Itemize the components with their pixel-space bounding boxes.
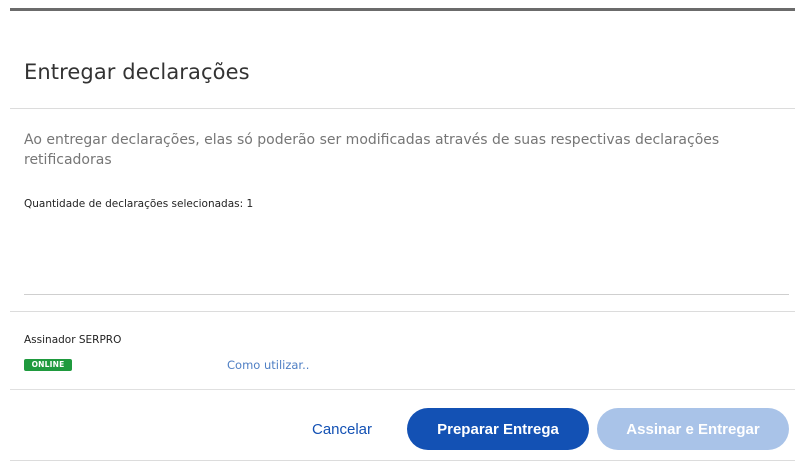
online-status-badge: ONLINE bbox=[24, 359, 72, 371]
signer-section-divider bbox=[10, 311, 795, 312]
title-divider bbox=[10, 108, 795, 109]
cancel-button[interactable]: Cancelar bbox=[296, 408, 388, 450]
sign-and-deliver-button[interactable]: Assinar e Entregar bbox=[597, 408, 789, 450]
prepare-delivery-button[interactable]: Preparar Entrega bbox=[407, 408, 589, 450]
footer-divider bbox=[10, 389, 795, 390]
how-to-use-link[interactable]: Como utilizar.. bbox=[227, 358, 309, 372]
content-divider bbox=[24, 294, 789, 295]
deliver-declarations-dialog: Entregar declarações Ao entregar declara… bbox=[0, 0, 795, 464]
bottom-divider bbox=[10, 460, 795, 461]
signer-label: Assinador SERPRO bbox=[24, 334, 122, 346]
top-border bbox=[10, 8, 795, 11]
selected-count-text: Quantidade de declarações selecionadas: … bbox=[24, 198, 254, 210]
dialog-title: Entregar declarações bbox=[24, 60, 250, 84]
dialog-description: Ao entregar declarações, elas só poderão… bbox=[24, 132, 720, 168]
